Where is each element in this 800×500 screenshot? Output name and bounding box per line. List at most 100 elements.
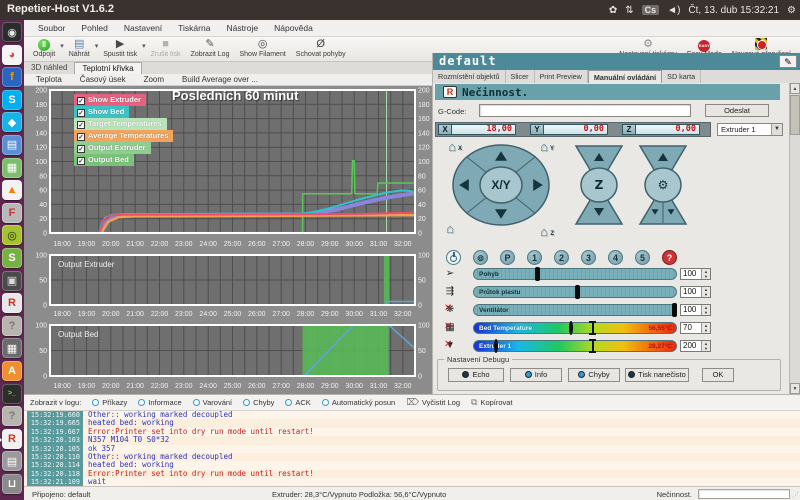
menu-n-pov-da[interactable]: Nápověda bbox=[274, 23, 313, 33]
tab-slicer[interactable]: Slicer bbox=[506, 70, 535, 83]
gcode-input[interactable] bbox=[479, 104, 691, 117]
tab-teplotn-k-ivka[interactable]: Teplotní křivka bbox=[74, 62, 141, 74]
filter-informace-button[interactable]: Informace bbox=[138, 398, 181, 407]
network-indicator-icon[interactable]: ⇅ bbox=[625, 5, 633, 16]
spinner-arrows-icon[interactable]: ▲▼ bbox=[701, 305, 710, 315]
scroll-thumb[interactable] bbox=[790, 95, 800, 135]
legend-show-extruder[interactable]: ✓Show Extruder bbox=[74, 94, 146, 106]
legend-output-extruder[interactable]: ✓Output Extruder bbox=[74, 142, 151, 154]
menu-nastaven[interactable]: Nastavení bbox=[124, 23, 162, 33]
checkbox-icon[interactable]: ✓ bbox=[77, 133, 85, 141]
launcher-skype-icon[interactable]: S bbox=[2, 90, 22, 110]
preset-3-button[interactable]: 3 bbox=[581, 250, 596, 265]
checkbox-icon[interactable]: ✓ bbox=[77, 157, 85, 165]
chart-menu-asov-sek[interactable]: Časový úsek bbox=[80, 74, 126, 85]
launcher-dash-home-icon[interactable]: ◉ bbox=[2, 22, 22, 42]
volume-icon[interactable]: ◄) bbox=[667, 5, 680, 16]
send-gcode-button[interactable]: Odeslat bbox=[705, 104, 769, 117]
preset-2-button[interactable]: 2 bbox=[554, 250, 569, 265]
keyboard-layout-indicator[interactable]: Cs bbox=[642, 5, 660, 15]
launcher-unknown-app-icon[interactable]: ? bbox=[2, 316, 22, 336]
fan-slider-spinbox[interactable]: 100▲▼ bbox=[680, 304, 711, 316]
debug-chyby-button[interactable]: Chyby bbox=[568, 368, 620, 382]
hide-travel-button[interactable]: ØSchovat pohyby bbox=[291, 38, 351, 58]
help-button[interactable]: ? bbox=[662, 250, 677, 265]
filter-chyby-button[interactable]: Chyby bbox=[243, 398, 274, 407]
launcher-chrome-icon[interactable]: ◕ bbox=[2, 45, 22, 65]
filter-varov-n-button[interactable]: Varování bbox=[193, 398, 232, 407]
checkbox-icon[interactable]: ✓ bbox=[77, 145, 85, 153]
clear-log-button[interactable]: ⌦ Vyčistit Log bbox=[406, 397, 460, 408]
park-button[interactable]: P bbox=[500, 250, 515, 265]
launcher-kodi-icon[interactable]: ◆ bbox=[2, 112, 22, 132]
disconnect-button[interactable]: ‖Odpojit bbox=[28, 38, 60, 58]
launcher-unknown-app-2-icon[interactable]: ? bbox=[2, 406, 22, 426]
launcher-trash-icon[interactable]: ⊔ bbox=[2, 474, 22, 494]
menu-soubor[interactable]: Soubor bbox=[38, 23, 65, 33]
power-button[interactable] bbox=[446, 250, 461, 265]
tab-manu-ln-ovl-d-n[interactable]: Manuální ovládání bbox=[588, 70, 662, 83]
menu-tisk-rna[interactable]: Tiskárna bbox=[178, 23, 210, 33]
flow-slider-thumb[interactable] bbox=[575, 285, 580, 299]
clock[interactable]: Čt, 13. dub 15:32:21 bbox=[688, 5, 779, 16]
extruder-select[interactable]: Extruder 1 ▼ bbox=[717, 123, 783, 136]
checkbox-icon[interactable]: ✓ bbox=[77, 109, 85, 117]
preset-4-button[interactable]: 4 bbox=[608, 250, 623, 265]
launcher-openscad-icon[interactable]: ◎ bbox=[2, 225, 22, 245]
legend-average-temperatures[interactable]: ✓Average Temperatures bbox=[74, 130, 173, 142]
motors-off-button[interactable]: ⊚ bbox=[473, 250, 488, 265]
chart-menu-build-average-over[interactable]: Build Average over ... bbox=[182, 74, 258, 85]
scroll-down-icon[interactable]: ▼ bbox=[790, 383, 800, 394]
copy-log-button[interactable]: ⧉ Kopírovat bbox=[471, 397, 513, 408]
speed-slider-track[interactable]: Pohyb bbox=[473, 268, 677, 280]
menu-n-stroje[interactable]: Nástroje bbox=[226, 23, 258, 33]
tab-print-preview[interactable]: Print Preview bbox=[535, 70, 588, 83]
legend-show-bed[interactable]: ✓Show Bed bbox=[74, 106, 129, 118]
fan-slider-track[interactable]: Ventilátor bbox=[473, 304, 677, 316]
spinner-arrows-icon[interactable]: ▲▼ bbox=[701, 323, 710, 333]
legend-target-temperatures[interactable]: ✓Target Temperatures bbox=[74, 118, 167, 130]
launcher-vlc-icon[interactable]: ▲ bbox=[2, 180, 22, 200]
chart-menu-teplota[interactable]: Teplota bbox=[36, 74, 62, 85]
spinner-arrows-icon[interactable]: ▲▼ bbox=[701, 341, 710, 351]
debug-info-button[interactable]: Info bbox=[510, 368, 562, 382]
bed-temp-slider-target-marker[interactable] bbox=[589, 321, 596, 335]
extruder-temp-slider-track[interactable]: Extruder 1 28,27°C bbox=[473, 340, 677, 352]
legend-output-bed[interactable]: ✓Output Bed bbox=[74, 154, 134, 166]
spinner-arrows-icon[interactable]: ▲▼ bbox=[701, 269, 710, 279]
filter-ack-button[interactable]: ACK bbox=[285, 398, 310, 407]
z-jog-control[interactable]: Z bbox=[573, 143, 625, 227]
launcher-repetier-host-icon[interactable]: R bbox=[2, 429, 22, 449]
preset-1-button[interactable]: 1 bbox=[527, 250, 542, 265]
launcher-firefox-icon[interactable]: f bbox=[2, 67, 22, 87]
launcher-archive-manager-icon[interactable]: A bbox=[2, 361, 22, 381]
filter-automatick-posun-button[interactable]: Automatický posun bbox=[322, 398, 395, 407]
home-z-button[interactable]: ⌂Z bbox=[533, 225, 555, 241]
xy-jog-pad[interactable]: X/Y bbox=[451, 143, 551, 227]
preset-5-button[interactable]: 5 bbox=[635, 250, 650, 265]
toggle-log-button[interactable]: ✎Zobrazit Log bbox=[186, 38, 235, 58]
edit-profile-button[interactable]: ✎ bbox=[779, 55, 797, 68]
launcher-print-queue-icon[interactable]: ▤ bbox=[2, 451, 22, 471]
speed-slider-thumb[interactable] bbox=[535, 267, 540, 281]
bed-temp-slider-track[interactable]: Bed Temperature 56,55°C bbox=[473, 322, 677, 334]
filter-p-kazy-button[interactable]: Příkazy bbox=[92, 398, 127, 407]
updates-indicator-icon[interactable]: ✿ bbox=[609, 5, 617, 16]
spinner-arrows-icon[interactable]: ▲▼ bbox=[701, 287, 710, 297]
flow-slider-spinbox[interactable]: 100▲▼ bbox=[680, 286, 711, 298]
checkbox-icon[interactable]: ✓ bbox=[77, 97, 85, 105]
tab-3d-n-hled[interactable]: 3D náhled bbox=[24, 62, 74, 74]
session-gear-icon[interactable]: ⚙ bbox=[787, 5, 796, 16]
launcher-libreoffice-calc-icon[interactable]: ▦ bbox=[2, 158, 22, 178]
tab-sd-karta[interactable]: SD karta bbox=[662, 70, 701, 83]
launcher-terminal-icon[interactable]: >_ bbox=[2, 384, 22, 404]
bed-temp-slider-spinbox[interactable]: 70▲▼ bbox=[680, 322, 711, 334]
launcher-libreoffice-writer-icon[interactable]: ▤ bbox=[2, 135, 22, 155]
launcher-calculator-icon[interactable]: ▦ bbox=[2, 338, 22, 358]
flow-slider-track[interactable]: Průtok plastu bbox=[473, 286, 677, 298]
extruder-temp-slider-target-marker[interactable] bbox=[589, 339, 596, 353]
menu-pohled[interactable]: Pohled bbox=[81, 23, 107, 33]
launcher-repetier-server-icon[interactable]: R bbox=[2, 293, 22, 313]
load-button[interactable]: ▤Náhrát bbox=[64, 38, 95, 58]
checkbox-icon[interactable]: ✓ bbox=[77, 121, 85, 129]
